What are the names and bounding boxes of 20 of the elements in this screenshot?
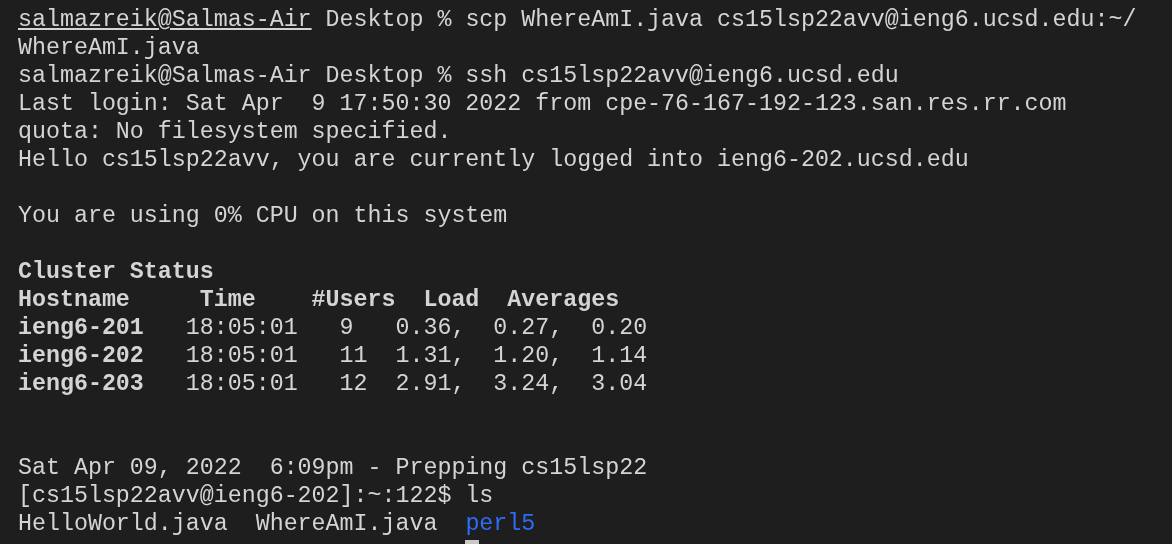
terminal-text: Cluster Status: [18, 258, 214, 286]
terminal-text: ieng6-202: [18, 342, 144, 370]
terminal-text: quota: No filesystem specified.: [18, 118, 452, 146]
terminal-text: 18:05:01 11 1.31, 1.20, 1.14: [184, 342, 648, 370]
terminal-text: ieng6-203: [18, 370, 144, 398]
terminal-text: HelloWorld.java WhereAmI.java: [18, 510, 439, 538]
terminal-text: You are using 0% CPU on this system: [18, 202, 508, 230]
terminal-text: Last login: Sat Apr 9 17:50:30 2022 from cpe-76-167-192-123.san.res.rr.com: [18, 90, 1067, 118]
terminal-text: [cs15lsp22avv@ieng6-202]:~:122$ ls: [18, 482, 494, 510]
terminal-text: ieng6-201: [18, 314, 144, 342]
terminal-text: Desktop % scp WhereAmI.java cs15lsp22avv@ieng6.ucsd.edu:~/: [324, 6, 1137, 34]
terminal-text: Hostname Time #Users Load Averages: [18, 286, 620, 314]
terminal-text: salmazreik@Salmas-Air Desktop % ssh cs15lsp22avv@ieng6.ucsd.edu: [18, 62, 899, 90]
terminal-text: Sat Apr 09, 2022 6:09pm - Prepping cs15lsp22: [18, 454, 648, 482]
directory-entry: perl5: [465, 510, 536, 538]
terminal-text: 18:05:01 12 2.91, 3.24, 3.04: [184, 370, 648, 398]
terminal-text: WhereAmI.java: [18, 34, 200, 62]
terminal-text: Hello cs15lsp22avv, you are currently logged into ieng6-202.ucsd.edu: [18, 146, 969, 174]
terminal-text: 18:05:01 9 0.36, 0.27, 0.20: [184, 314, 648, 342]
prompt-user: salmazreik@Salmas-Air: [18, 6, 312, 34]
